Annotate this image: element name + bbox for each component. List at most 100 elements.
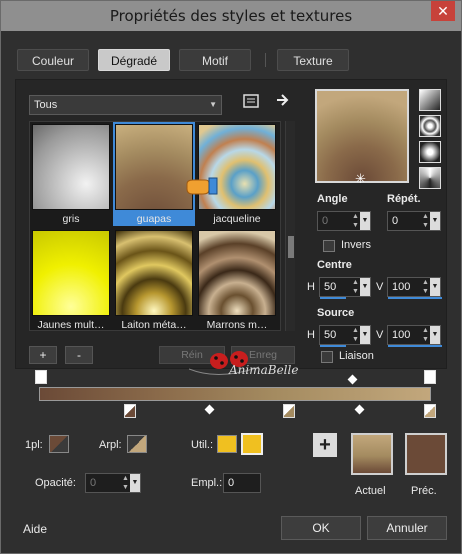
location-value: 0	[228, 477, 235, 489]
hand-pointer-icon	[185, 174, 221, 199]
chevron-down-icon[interactable]: ▼	[360, 326, 370, 344]
scrollbar-thumb[interactable]	[288, 236, 294, 258]
title-bar[interactable]: Propriétés des styles et textures ✕	[1, 1, 461, 31]
gallery-item-laiton[interactable]: Laiton méta…	[113, 228, 195, 330]
tab-motif[interactable]: Motif	[179, 49, 251, 71]
location-field[interactable]: 0	[223, 473, 261, 493]
source-h-value: 50	[324, 329, 337, 341]
up-down-arrows-icon[interactable]: ▲ ▼	[351, 278, 360, 296]
user-color-stop-swatch[interactable]	[217, 435, 237, 453]
color-stop-marker[interactable]	[283, 404, 295, 418]
gallery-item-gris[interactable]: gris	[30, 122, 112, 226]
user-color-swatch[interactable]	[241, 433, 263, 455]
gradient-gallery[interactable]: gris guapas jacqueline Jaunes mult… Lait…	[29, 121, 281, 331]
source-v-label: V	[376, 329, 384, 341]
resource-manager-icon[interactable]	[241, 94, 261, 114]
close-button[interactable]: ✕	[431, 1, 455, 21]
watermark-text: AnimaBelle	[229, 363, 299, 377]
remove-gradient-button[interactable]: -	[65, 346, 93, 364]
center-marker-icon[interactable]: ✳	[355, 171, 366, 187]
arrow-right-icon[interactable]	[273, 93, 293, 113]
angle-spinner[interactable]: 0 ▲ ▼ ▼	[317, 211, 371, 231]
center-h-label: H	[307, 281, 315, 293]
sunburst-gradient-type-icon[interactable]	[419, 167, 441, 189]
opacity-stop-marker[interactable]	[424, 370, 436, 384]
gallery-item-label: gris	[62, 213, 80, 225]
gradient-preview[interactable]: ✳	[315, 89, 409, 186]
color-stop-marker[interactable]	[124, 404, 136, 418]
gradient-editor-bar[interactable]	[39, 387, 431, 401]
location-label: Empl.:	[191, 477, 223, 489]
rectangular-gradient-type-icon[interactable]	[419, 115, 441, 137]
opacity-spinner[interactable]: 0 ▲ ▼ ▼	[85, 473, 141, 493]
up-down-arrows-icon[interactable]: ▲ ▼	[421, 278, 430, 296]
up-down-arrows-icon[interactable]: ▲ ▼	[421, 212, 430, 230]
gallery-item-jaunes[interactable]: Jaunes mult…	[30, 228, 112, 331]
chevron-down-icon[interactable]: ▼	[360, 212, 370, 230]
source-v-value: 100	[392, 329, 411, 341]
chevron-down-icon[interactable]: ▼	[360, 278, 370, 296]
chevron-down-icon: ▼	[209, 100, 217, 109]
styles-textures-dialog: Propriétés des styles et textures ✕ Coul…	[0, 0, 462, 554]
up-down-arrows-icon[interactable]: ▲ ▼	[351, 212, 360, 230]
radial-gradient-type-icon[interactable]	[419, 141, 441, 163]
current-label: Actuel	[355, 485, 386, 497]
color-midpoint-marker[interactable]	[354, 404, 365, 415]
gallery-scrollbar[interactable]	[285, 121, 295, 331]
tab-degrade[interactable]: Dégradé	[98, 49, 170, 71]
repeat-value: 0	[392, 215, 399, 227]
previous-gradient-swatch[interactable]	[405, 433, 447, 475]
color-midpoint-marker[interactable]	[204, 404, 215, 415]
gallery-item-marrons[interactable]: Marrons m…	[196, 228, 278, 330]
gallery-item-label: Jaunes mult…	[37, 319, 105, 331]
source-v-slider[interactable]	[388, 345, 442, 347]
tab-texture[interactable]: Texture	[277, 49, 349, 71]
linear-gradient-type-icon[interactable]	[419, 89, 441, 111]
center-v-spinner[interactable]: 100 ▲ ▼ ▼	[387, 277, 442, 299]
category-select[interactable]: Tous ▼	[29, 95, 222, 115]
gallery-item-guapas[interactable]: guapas	[113, 122, 195, 226]
source-label: Source	[317, 307, 355, 319]
source-h-spinner[interactable]: 50 ▲ ▼ ▼	[319, 325, 371, 347]
link-checkbox[interactable]	[321, 351, 333, 363]
chevron-down-icon[interactable]: ▼	[430, 278, 440, 296]
cancel-button[interactable]: Annuler	[367, 516, 447, 540]
center-label: Centre	[317, 259, 352, 271]
source-h-slider[interactable]	[320, 345, 346, 347]
center-v-slider[interactable]	[388, 297, 442, 299]
center-h-value: 50	[324, 281, 337, 293]
add-to-swatches-button[interactable]: +	[313, 433, 337, 457]
source-v-spinner[interactable]: 100 ▲ ▼ ▼	[387, 325, 442, 347]
help-link[interactable]: Aide	[23, 522, 47, 536]
current-gradient-swatch	[351, 433, 393, 475]
center-h-slider[interactable]	[320, 297, 346, 299]
gallery-item-label: guapas	[136, 213, 172, 225]
chevron-down-icon[interactable]: ▼	[430, 212, 440, 230]
up-down-arrows-icon[interactable]: ▲ ▼	[421, 326, 430, 344]
chevron-down-icon[interactable]: ▼	[430, 326, 440, 344]
background-stop-swatch[interactable]	[127, 435, 147, 453]
up-down-arrows-icon[interactable]: ▲ ▼	[351, 326, 360, 344]
gradient-thumbnail	[115, 230, 193, 316]
center-h-spinner[interactable]: 50 ▲ ▼ ▼	[319, 277, 371, 299]
repeat-spinner[interactable]: 0 ▲ ▼ ▼	[387, 211, 441, 231]
tab-couleur[interactable]: Couleur	[17, 49, 89, 71]
opacity-stop-marker[interactable]	[35, 370, 47, 384]
angle-label: Angle	[317, 193, 348, 205]
invert-checkbox[interactable]	[323, 240, 335, 252]
foreground-stop-swatch[interactable]	[49, 435, 69, 453]
angle-value: 0	[322, 215, 329, 227]
color-stop-marker[interactable]	[424, 404, 436, 418]
center-v-label: V	[376, 281, 384, 293]
up-down-arrows-icon[interactable]: ▲ ▼	[121, 474, 130, 492]
ok-button[interactable]: OK	[281, 516, 361, 540]
source-h-label: H	[307, 329, 315, 341]
opacity-midpoint-marker[interactable]	[347, 374, 358, 385]
gallery-item-label: jacqueline	[213, 213, 261, 225]
center-v-value: 100	[392, 281, 411, 293]
add-gradient-button[interactable]: +	[29, 346, 57, 364]
repeat-label: Répét.	[387, 193, 421, 205]
foreground-label: 1pl:	[25, 439, 43, 451]
chevron-down-icon[interactable]: ▼	[130, 474, 140, 492]
category-select-value: Tous	[34, 99, 58, 111]
